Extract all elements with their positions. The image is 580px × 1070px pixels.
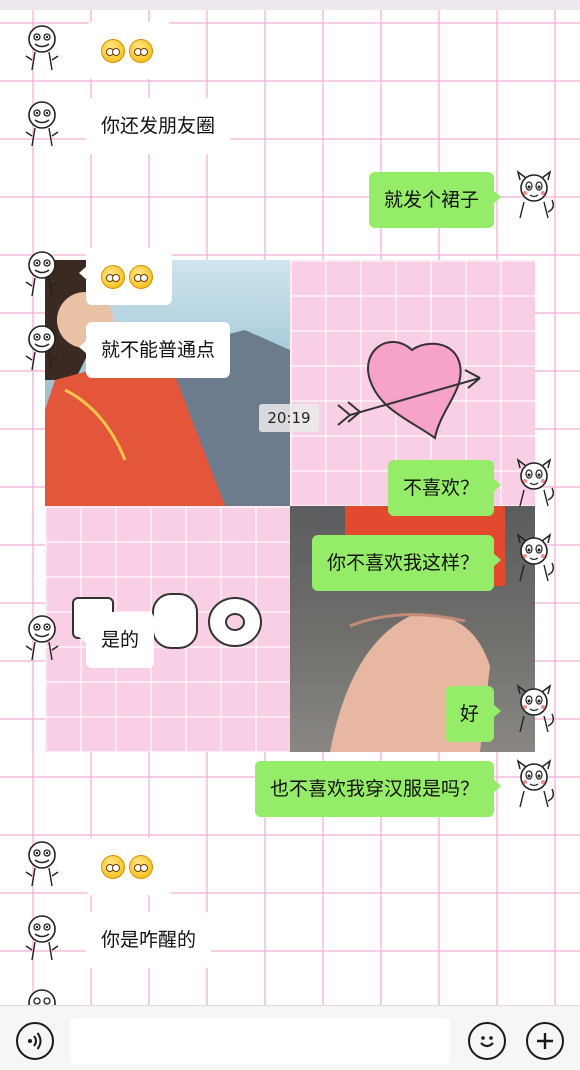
- message-text: 是的: [101, 629, 140, 651]
- message-text: 就不能普通点: [101, 339, 216, 361]
- avatar-friend[interactable]: [20, 22, 64, 72]
- message-text: 你是咋醒的: [101, 929, 197, 951]
- avatar-friend[interactable]: [20, 322, 64, 372]
- avatar-friend[interactable]: [20, 986, 64, 1005]
- message-bubble-self[interactable]: 也不喜欢我穿汉服是吗？: [254, 761, 502, 817]
- blush-emoji-icon: [101, 38, 125, 63]
- message-bubble[interactable]: [79, 22, 172, 79]
- message-bubble[interactable]: 是的: [78, 612, 155, 668]
- avatar-self[interactable]: [512, 170, 556, 220]
- avatar-friend[interactable]: [20, 612, 64, 662]
- voice-icon[interactable]: [16, 1022, 54, 1060]
- avatar-friend[interactable]: [20, 248, 64, 298]
- message-bubble-self[interactable]: 好: [444, 686, 502, 742]
- timestamp: 20:19: [259, 404, 319, 432]
- message-bubble[interactable]: 就不能普通点: [78, 322, 231, 378]
- emoji-face-icon[interactable]: [468, 1022, 506, 1060]
- message-text: 不喜欢？: [402, 477, 479, 499]
- message-input[interactable]: [70, 1018, 450, 1064]
- top-strip: [0, 0, 580, 10]
- message-bubble[interactable]: [79, 248, 172, 305]
- message-text: 你还发朋友圈: [101, 115, 216, 137]
- message-bubble-self[interactable]: 你不喜欢我这样？: [311, 535, 502, 591]
- i-do-drawing: [45, 506, 290, 752]
- message-text: 就发个裙子: [383, 189, 479, 211]
- avatar-friend[interactable]: [20, 912, 64, 962]
- avatar-self[interactable]: [512, 684, 556, 734]
- message-bubble[interactable]: 你还发朋友圈: [78, 98, 231, 154]
- input-bar: [0, 1005, 580, 1070]
- message-text: 好: [459, 703, 479, 725]
- blush-emoji-icon: [129, 854, 153, 879]
- avatar-self[interactable]: [512, 759, 556, 809]
- avatar-friend[interactable]: [20, 838, 64, 888]
- message-text: 你不喜欢我这样？: [326, 552, 479, 574]
- blush-emoji-icon: [129, 38, 153, 63]
- message-bubble-self[interactable]: 就发个裙子: [368, 172, 502, 228]
- message-bubble[interactable]: [79, 838, 172, 895]
- blush-emoji-icon: [129, 264, 153, 289]
- avatar-self[interactable]: [512, 458, 556, 508]
- chat-area[interactable]: 20:19 你还发朋友圈 就发个裙子 就不能普通点 不喜欢？ 你不喜欢我这样？ …: [0, 0, 580, 1005]
- avatar-friend[interactable]: [20, 98, 64, 148]
- plus-icon[interactable]: [526, 1022, 564, 1060]
- message-bubble[interactable]: 你是咋醒的: [78, 912, 212, 968]
- avatar-self[interactable]: [512, 533, 556, 583]
- message-bubble-self[interactable]: 不喜欢？: [387, 460, 502, 516]
- blush-emoji-icon: [101, 264, 125, 289]
- blush-emoji-icon: [101, 854, 125, 879]
- message-text: 也不喜欢我穿汉服是吗？: [269, 778, 479, 800]
